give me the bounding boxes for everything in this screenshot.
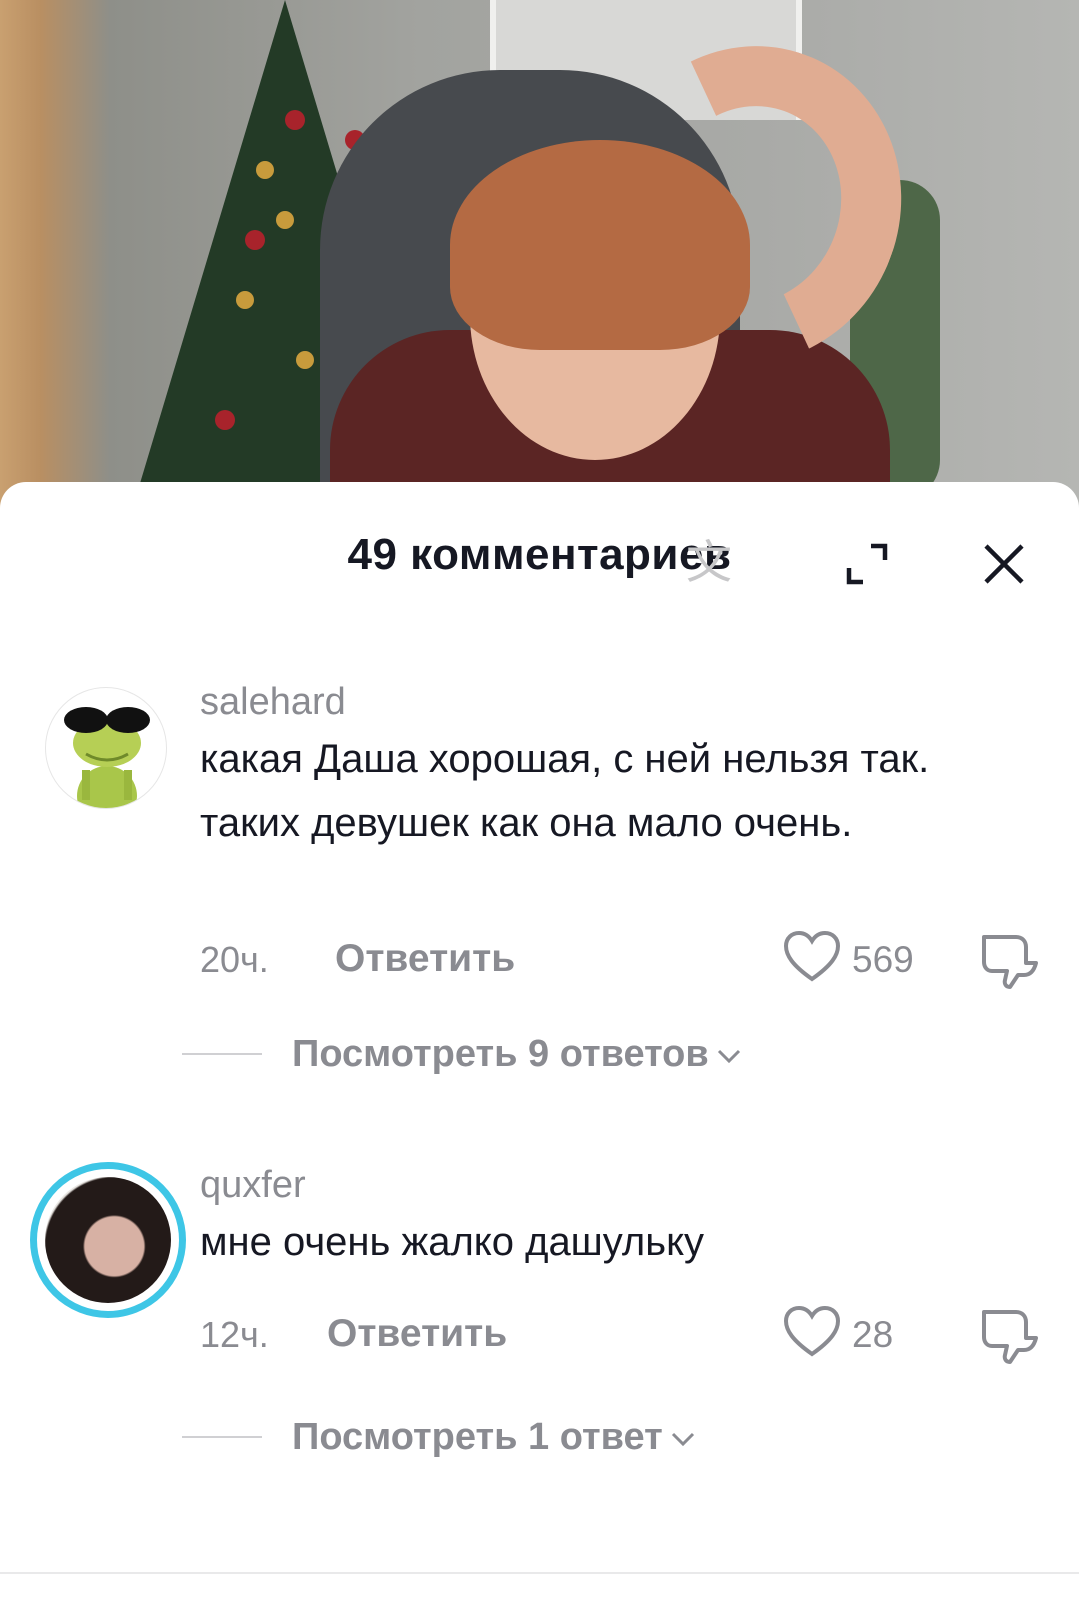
chevron-down-icon (671, 1432, 694, 1447)
comment-text: мне очень жалко дашульку (200, 1220, 705, 1264)
view-replies-button[interactable]: Посмотреть 9 ответов (292, 1033, 743, 1076)
view-replies-label: Посмотреть 1 ответ (292, 1416, 663, 1458)
heart-icon[interactable] (782, 929, 842, 985)
comment-actions: 12ч. Ответить 28 (200, 1304, 1040, 1364)
dislike-icon[interactable] (978, 1304, 1038, 1364)
video-background[interactable] (0, 0, 1079, 520)
view-replies-row[interactable]: Посмотреть 1 ответ (182, 1410, 882, 1466)
view-replies-row[interactable]: Посмотреть 9 ответов (182, 1027, 882, 1083)
translate-icon[interactable]: 文 (684, 528, 754, 592)
replies-divider (182, 1436, 262, 1438)
avatar[interactable] (30, 1162, 186, 1318)
comment-username[interactable]: quxfer (200, 1164, 306, 1207)
like-count: 569 (852, 939, 914, 980)
comments-title: 49 комментариев (347, 530, 732, 579)
person-hair (450, 140, 750, 350)
expand-icon[interactable] (843, 540, 891, 588)
heart-icon[interactable] (782, 1304, 842, 1360)
comment-text: какая Даша хорошая, с ней нельзя так. та… (200, 737, 930, 845)
close-icon[interactable] (980, 540, 1028, 588)
like-count: 28 (852, 1314, 894, 1355)
view-replies-button[interactable]: Посмотреть 1 ответ (292, 1416, 697, 1459)
comments-header: 49 комментариев 文 (0, 482, 1079, 612)
avatar-photo (45, 1177, 171, 1303)
comments-sheet: 49 комментариев 文 salehard какая Даша хо… (0, 482, 1079, 1607)
reply-button[interactable]: Ответить (335, 937, 515, 981)
dislike-icon[interactable] (978, 929, 1038, 989)
comment-time: 20ч. (200, 939, 269, 980)
comment-actions: 20ч. Ответить 569 (200, 929, 1040, 989)
view-replies-label: Посмотреть 9 ответов (292, 1033, 709, 1075)
comment-time: 12ч. (200, 1314, 269, 1355)
frog-avatar-icon (64, 707, 150, 808)
chevron-down-icon (717, 1049, 740, 1064)
avatar[interactable] (45, 687, 167, 809)
bottom-divider (0, 1572, 1079, 1574)
replies-divider (182, 1053, 262, 1055)
reply-button[interactable]: Ответить (327, 1312, 507, 1356)
comment-username[interactable]: salehard (200, 681, 346, 724)
svg-text:文: 文 (686, 535, 732, 589)
